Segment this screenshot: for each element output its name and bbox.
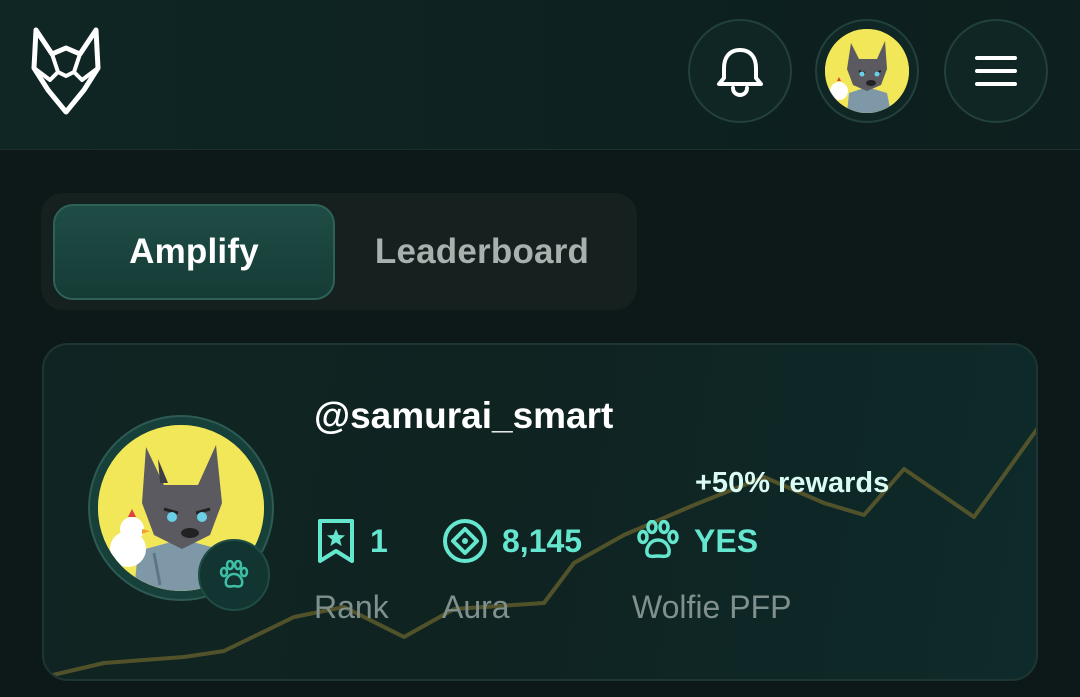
- paw-icon: [637, 520, 679, 559]
- rank-stat: 1: [316, 517, 388, 565]
- view-tabs: Amplify Leaderboard: [41, 193, 637, 310]
- rewards-note: +50% rewards: [695, 467, 890, 499]
- wolfie-pfp-stat: YES: [636, 517, 758, 565]
- profile-card: @samurai_smart +50% rewards 1 8,145 YES …: [42, 343, 1038, 681]
- top-header: [0, 0, 1080, 150]
- aura-label: Aura: [442, 589, 510, 625]
- wolfie-pfp-badge: [198, 539, 270, 611]
- aura-value: 8,145: [502, 522, 583, 559]
- diamond-circle-icon: [443, 519, 487, 563]
- paw-icon: [219, 560, 249, 588]
- app-screen: Amplify Leaderboard @samurai_smart +50% …: [0, 0, 1080, 697]
- wolf-head-icon[interactable]: [28, 24, 104, 116]
- avatar: [825, 29, 909, 113]
- menu-button[interactable]: [944, 19, 1048, 123]
- rank-value: 1: [370, 522, 388, 559]
- notifications-button[interactable]: [688, 19, 792, 123]
- bell-icon: [717, 48, 763, 98]
- wolfie-pfp-value: YES: [694, 522, 759, 559]
- tab-amplify[interactable]: Amplify: [53, 204, 335, 300]
- profile-avatar-button[interactable]: [815, 19, 919, 123]
- bookmark-star-icon: [318, 519, 354, 563]
- tab-leaderboard[interactable]: Leaderboard: [341, 204, 623, 300]
- profile-username: @samurai_smart: [314, 395, 614, 436]
- wolfie-pfp-label: Wolfie PFP: [632, 589, 792, 625]
- aura-stat: 8,145: [442, 517, 582, 565]
- rank-label: Rank: [314, 589, 389, 625]
- hamburger-menu-icon: [975, 56, 1017, 86]
